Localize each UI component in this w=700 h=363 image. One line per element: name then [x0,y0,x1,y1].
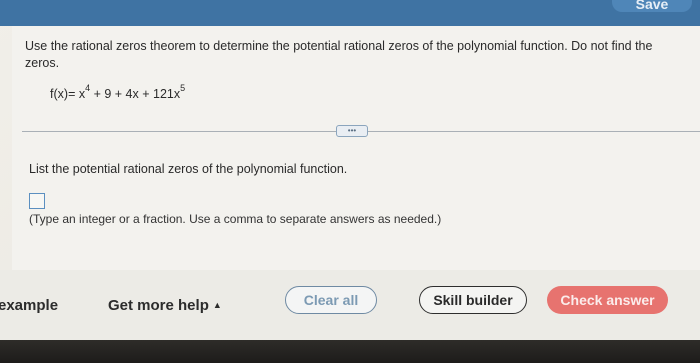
equation-term-1: = x [68,87,86,102]
answer-hint: (Type an integer or a fraction. Use a co… [29,212,442,226]
caret-up-icon: ▲ [212,300,222,310]
expand-more-button[interactable]: ••• [336,125,368,137]
question-instructions: Use the rational zeros theorem to determ… [25,39,653,70]
screen-bezel [0,340,700,363]
function-name: f(x) [50,87,69,102]
answer-input[interactable] [29,193,45,209]
skill-builder-button[interactable]: Skill builder [419,286,527,314]
view-example-label: example [0,297,59,314]
polynomial-equation: f(x)= x4 + 9 + 4x + 121x5 [50,83,186,102]
get-more-help-label: Get more help [108,297,209,314]
exponent-2: 5 [180,83,186,93]
get-more-help-link[interactable]: Get more help ▲ [108,297,222,314]
check-answer-button[interactable]: Check answer [547,286,668,314]
exponent-1: 4 [85,83,91,93]
answer-prompt: List the potential rational zeros of the… [29,162,348,176]
view-example-link[interactable]: example [0,297,58,314]
clear-all-button[interactable]: Clear all [285,286,377,314]
save-button[interactable]: Save [612,0,692,12]
top-bar: Save [0,0,700,26]
equation-term-2: + 9 + 4x + 121x [90,87,181,102]
